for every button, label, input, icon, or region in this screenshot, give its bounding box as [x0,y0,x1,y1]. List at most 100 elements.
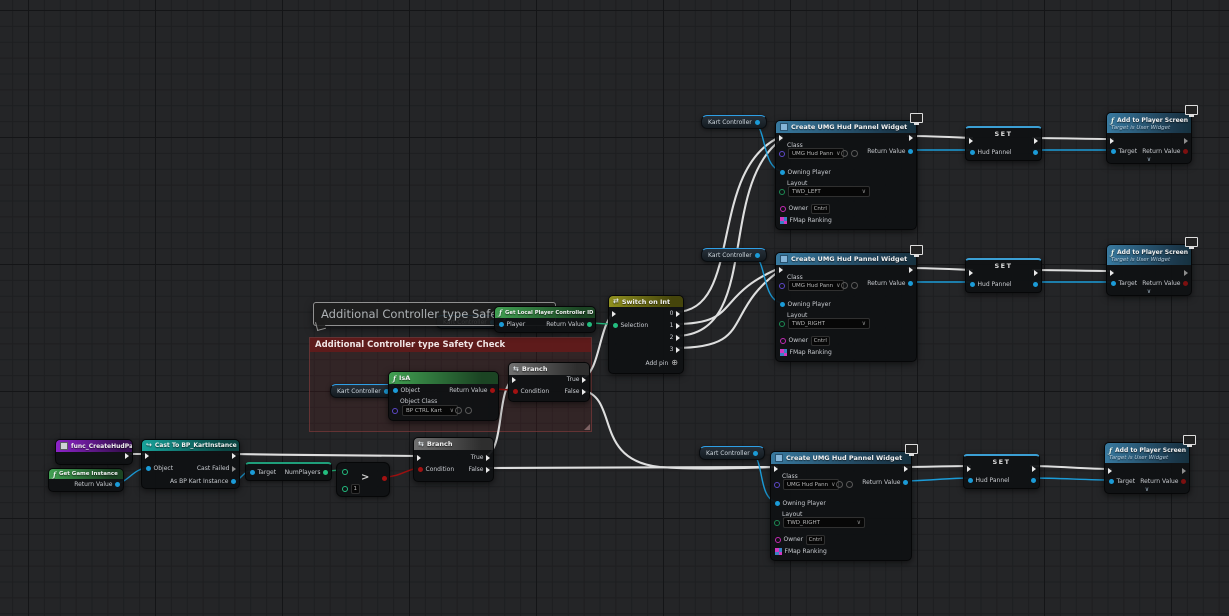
layout-pin[interactable] [774,519,780,526]
num-players-getter-node[interactable]: Target NumPlayers [245,462,332,481]
expand-chevron-icon[interactable]: ∨ [1107,157,1191,163]
cast-to-bp-kartinstance-node[interactable]: ↪ Cast To BP_KartInstance Object Cast Fa… [141,439,240,489]
exec-in-pin[interactable] [417,454,421,461]
owning-player-pin[interactable]: Owning Player [780,301,831,308]
return-value-pin[interactable]: Return Value [1142,148,1188,155]
case-1-pin[interactable]: 1 [670,322,680,329]
hud-pannel-out-pin[interactable] [1033,149,1038,156]
hud-pannel-in-pin[interactable]: Hud Pannel [970,281,1012,288]
exec-in-pin[interactable] [145,452,149,459]
exec-out-pin[interactable] [904,465,908,472]
result-pin[interactable] [382,475,387,482]
return-value-pin[interactable]: Return Value [867,148,913,155]
comment-title[interactable]: Additional Controller type Safety Check [310,338,591,352]
target-pin[interactable]: Target [1111,148,1137,155]
hud-pannel-out-pin[interactable] [1031,477,1036,484]
exec-out-pin[interactable] [909,134,913,141]
blueprint-graph-canvas[interactable]: Additional Controller type Safety Check … [0,0,1229,616]
object-pin[interactable]: Object [146,465,173,472]
greater-than-node[interactable]: 1 > [336,462,390,497]
owner-value[interactable]: Cntrl [811,204,830,214]
kart-controller-getter[interactable]: Kart Controller [701,248,767,262]
owner-value[interactable]: Cntrl [806,535,825,545]
exec-in-pin[interactable] [779,266,783,273]
create-umg-hud-pannel-widget-node[interactable]: Create UMG Hud Pannel Widget Class UMG H… [770,451,912,561]
class-dropdown[interactable]: UMG Hud Pann∨ [783,479,839,490]
class-utility-icons[interactable] [841,150,858,157]
input-a-pin[interactable] [342,468,348,475]
set-hud-pannel-node[interactable]: SET Hud Pannel [965,126,1042,161]
return-value-pin[interactable]: Return Value [1142,280,1188,287]
layout-dropdown[interactable]: TWD_RIGHT∨ [788,318,870,329]
map-ranking-pin[interactable]: FMap Ranking [780,217,832,224]
target-pin[interactable]: Target [250,469,276,476]
branch-node-main[interactable]: ⇆ Branch Condition True False [413,437,494,482]
is-a-node[interactable]: ƒ IsA Object Return Value Object Class B… [388,371,499,421]
exec-in-pin[interactable] [1110,269,1114,276]
class-utility-icons[interactable] [455,407,472,414]
condition-pin[interactable]: Condition [418,466,454,473]
return-value-pin[interactable]: Return Value [867,280,913,287]
num-players-pin[interactable]: NumPlayers [285,469,328,476]
return-value-pin[interactable]: Return Value [74,481,120,488]
owner-pin[interactable]: OwnerCntrl [780,337,830,344]
object-pin[interactable] [753,451,758,456]
exec-out-pin[interactable] [1184,137,1188,144]
exec-out-pin[interactable] [1182,467,1186,474]
case-0-pin[interactable]: 0 [670,310,680,317]
player-pin[interactable]: Player [499,321,525,328]
object-pin[interactable] [755,120,760,125]
return-value-pin[interactable]: Return Value [449,387,495,394]
get-game-instance-node[interactable]: ƒ Get Game Instance Return Value [48,468,124,492]
target-pin[interactable]: Target [1109,478,1135,485]
false-pin[interactable]: False [564,388,586,395]
case-2-pin[interactable]: 2 [670,334,680,341]
kart-controller-getter[interactable]: Kart Controller [699,446,765,460]
add-to-player-screen-node[interactable]: ƒAdd to Player Screen Target is User Wid… [1104,442,1190,494]
object-pin[interactable]: Object [393,387,420,394]
add-to-player-screen-node[interactable]: ƒAdd to Player Screen Target is User Wid… [1106,112,1192,164]
comment-resize-handle[interactable] [584,424,590,430]
exec-in-pin[interactable] [1108,467,1112,474]
true-pin[interactable]: True [471,454,490,461]
class-pin[interactable] [779,282,785,289]
object-class-pin[interactable] [392,407,398,414]
map-ranking-pin[interactable]: FMap Ranking [775,548,827,555]
object-class-dropdown[interactable]: BP CTRL Kart∨ [402,405,458,416]
exec-in-pin[interactable] [1110,137,1114,144]
expand-chevron-icon[interactable]: ∨ [1105,487,1189,493]
object-pin[interactable] [755,253,760,258]
case-3-pin[interactable]: 3 [670,346,680,353]
branch-node-safety[interactable]: ⇆ Branch Condition True False [508,362,590,402]
hud-pannel-out-pin[interactable] [1033,281,1038,288]
exec-out-pin[interactable] [232,452,236,459]
exec-in-pin[interactable] [512,376,516,383]
exec-out-pin[interactable] [1034,137,1038,144]
exec-in-pin[interactable] [967,465,971,472]
true-pin[interactable]: True [567,376,586,383]
class-utility-icons[interactable] [841,282,858,289]
owner-pin[interactable]: OwnerCntrl [775,536,825,543]
map-ranking-pin[interactable]: FMap Ranking [780,349,832,356]
false-pin[interactable]: False [468,466,490,473]
add-to-player-screen-node[interactable]: ƒAdd to Player Screen Target is User Wid… [1106,244,1192,296]
as-bp-kart-instance-pin[interactable]: As BP Kart Instance [170,478,236,485]
exec-in-pin[interactable] [969,269,973,276]
owner-value[interactable]: Cntrl [811,336,830,346]
exec-out-pin[interactable] [125,452,129,459]
hud-pannel-in-pin[interactable]: Hud Pannel [970,149,1012,156]
return-value-pin[interactable]: Return Value [546,321,592,328]
expand-chevron-icon[interactable]: ∨ [1107,289,1191,295]
class-pin[interactable] [779,150,785,157]
add-pin-button[interactable]: Add pin⊕ [645,359,678,367]
exec-in-pin[interactable] [612,310,616,317]
kart-controller-getter[interactable]: Kart Controller [701,115,767,129]
exec-out-pin[interactable] [1032,465,1036,472]
layout-pin[interactable] [779,320,785,327]
layout-dropdown[interactable]: TWD_RIGHT∨ [783,517,865,528]
kart-controller-getter[interactable]: Kart Controller [330,384,396,398]
exec-out-pin[interactable] [909,266,913,273]
class-pin[interactable] [774,481,780,488]
func-create-hud-pannel-node[interactable]: func_CreateHudPannel [55,439,133,465]
set-hud-pannel-node[interactable]: SET Hud Pannel [963,454,1040,489]
